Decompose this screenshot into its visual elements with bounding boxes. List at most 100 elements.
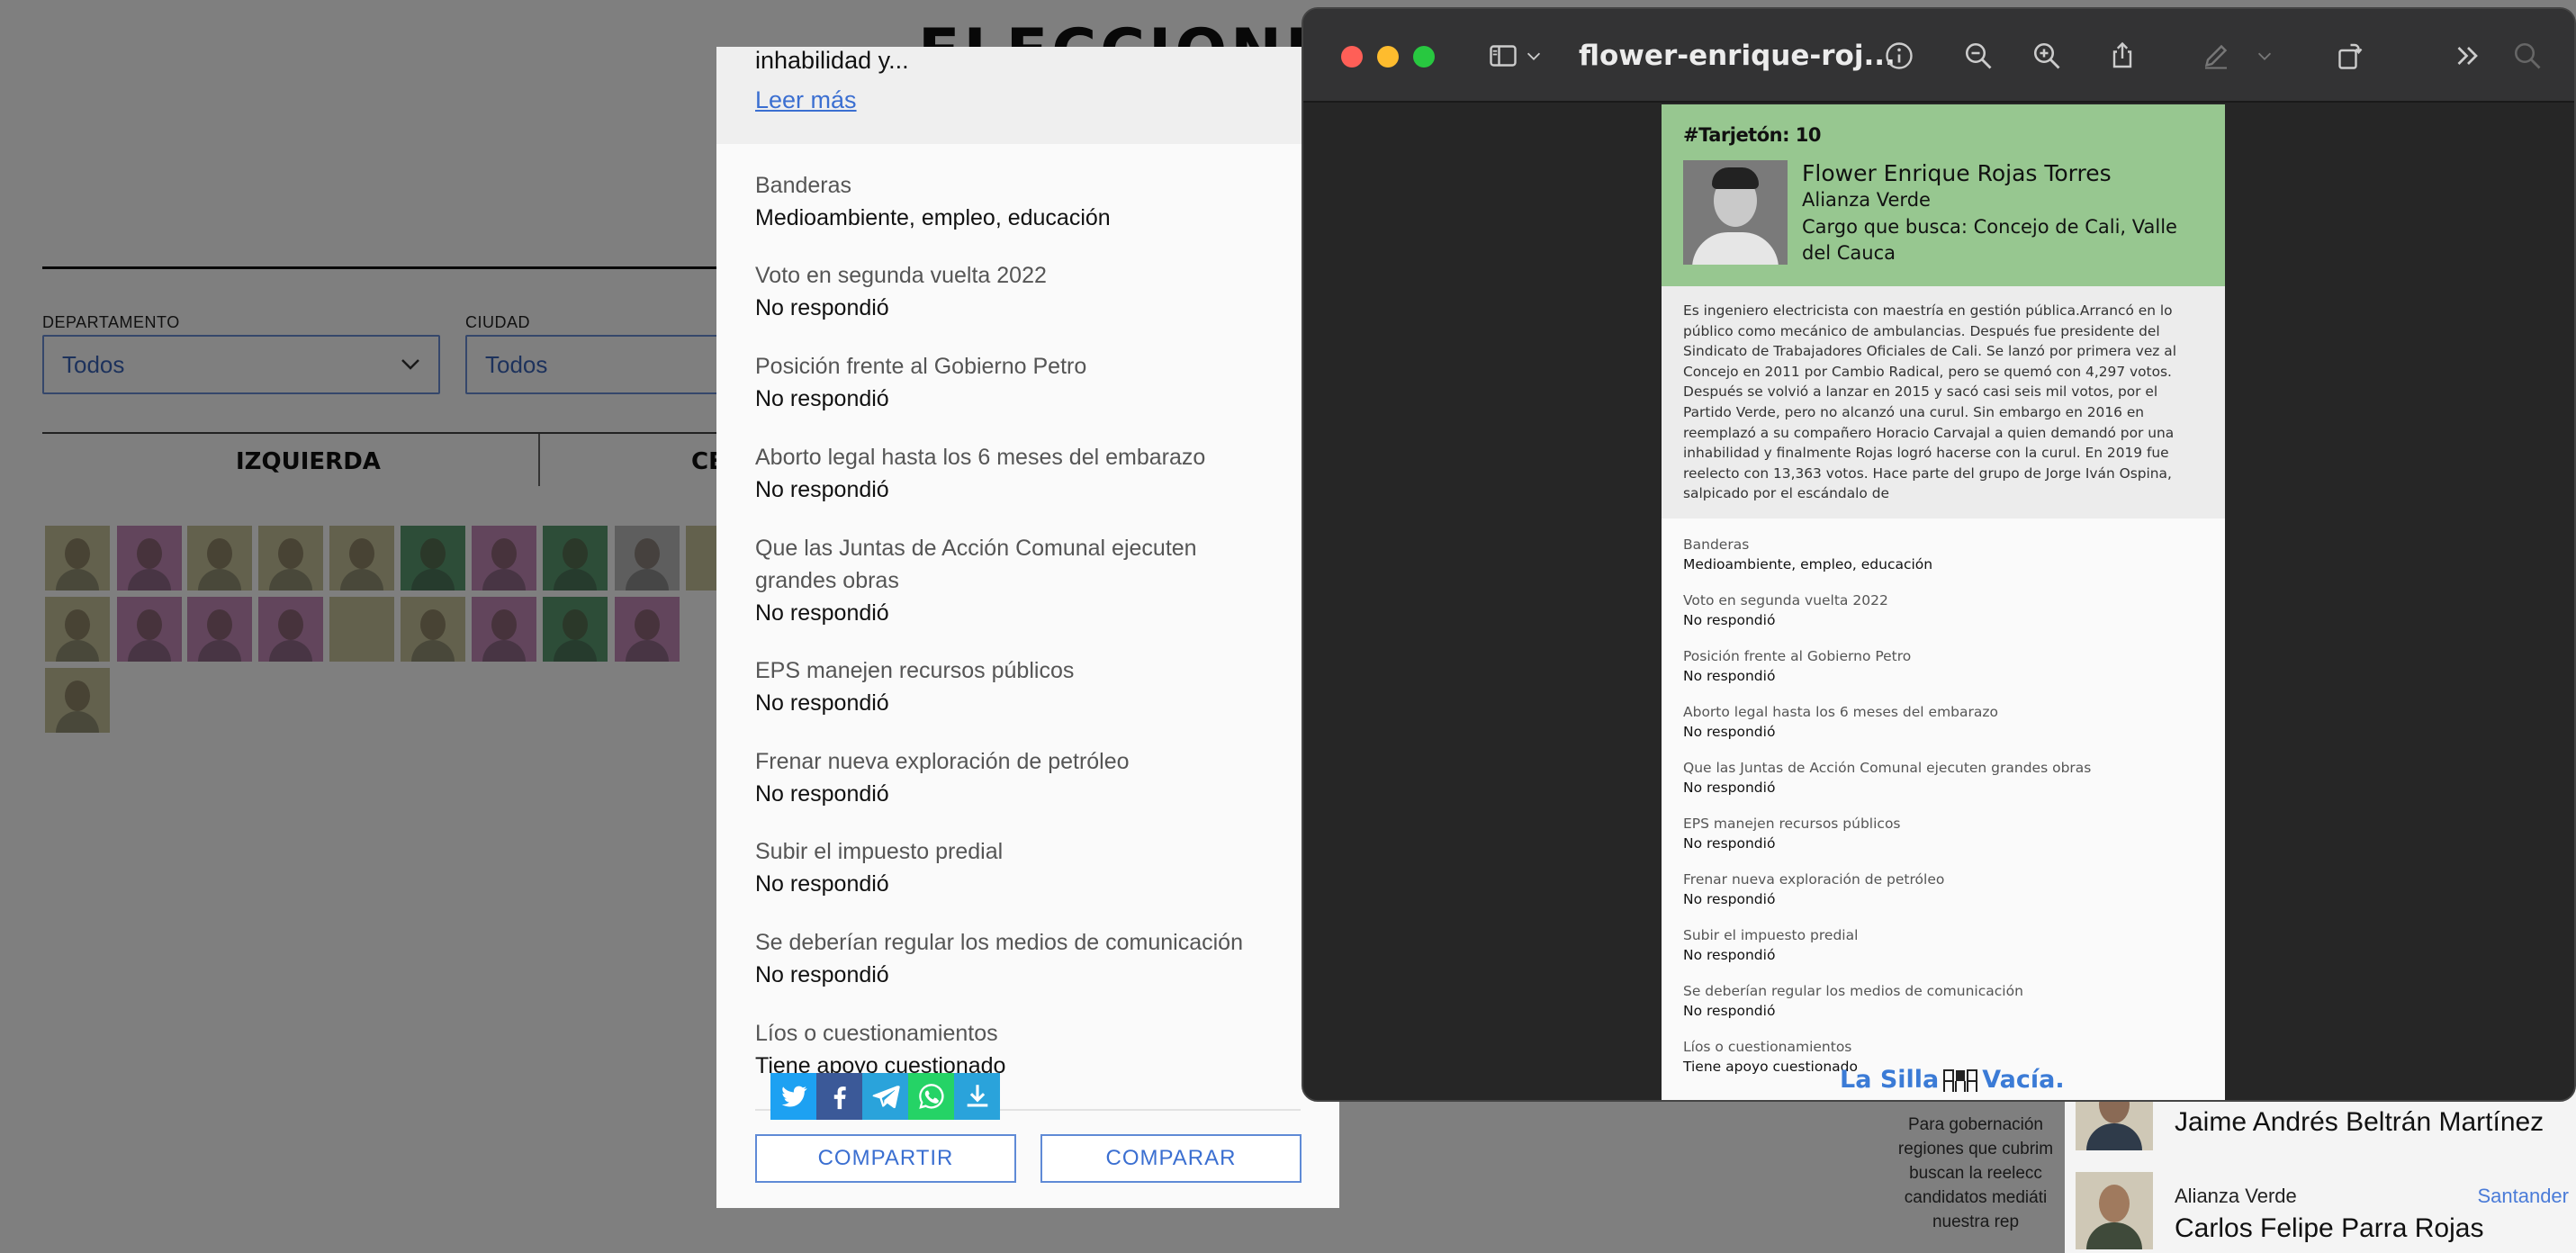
candidate-thumb[interactable]: [472, 597, 536, 662]
doc-answer: No respondió: [1683, 1003, 1776, 1019]
candidate-thumb[interactable]: [543, 597, 608, 662]
candidate-thumb[interactable]: [258, 597, 323, 662]
tarjeton-label: #Tarjetón: 10: [1683, 124, 1822, 146]
doc-qa-item: Frenar nueva exploración de petróleo No r…: [1683, 870, 2205, 909]
chairs-icon: [1943, 1068, 1978, 1092]
doc-qa-item: EPS manejen recursos públicos No respondi…: [1683, 814, 2205, 853]
doc-qa-item: Banderas Medioambiente, empleo, educación: [1683, 535, 2205, 574]
tabs-rule: [42, 432, 726, 434]
answer-value: No respondió: [755, 600, 889, 626]
question-label: Que las Juntas de Acción Comunal ejecute…: [755, 536, 1197, 593]
doc-question: Que las Juntas de Acción Comunal ejecute…: [1683, 760, 2092, 776]
la-silla-vacia-logo: La Silla Vacía.: [1840, 1066, 2065, 1094]
candidate-thumb[interactable]: [329, 526, 394, 590]
ciudad-label: CIUDAD: [465, 313, 531, 331]
candidate-thumb[interactable]: [329, 597, 394, 662]
download-icon[interactable]: [954, 1073, 1000, 1120]
candidate-thumb[interactable]: [258, 526, 323, 590]
zoom-out-icon[interactable]: [1959, 36, 1998, 76]
departamento-select[interactable]: Todos: [42, 335, 440, 394]
window-titlebar[interactable]: flower-enrique-roj...: [1303, 9, 2574, 103]
chevron-down-icon: [401, 359, 419, 370]
qa-item: Banderas Medioambiente, empleo, educació…: [755, 169, 1313, 234]
qa-item: Frenar nueva exploración de petróleo No …: [755, 745, 1313, 810]
twitter-icon[interactable]: [770, 1073, 816, 1120]
candidate-party: Alianza Verde: [2175, 1185, 2297, 1207]
doc-answer: Medioambiente, empleo, educación: [1683, 556, 1933, 572]
doc-question: Subir el impuesto predial: [1683, 927, 1859, 943]
chevron-down-icon[interactable]: [1523, 36, 1545, 76]
window-title: flower-enrique-roj...: [1579, 40, 1896, 72]
chevron-down-icon[interactable]: [2254, 36, 2275, 76]
doc-question: Aborto legal hasta los 6 meses del embar…: [1683, 704, 1998, 720]
candidate-name: Jaime Andrés Beltrán Martínez: [2175, 1107, 2544, 1137]
candidate-name: Carlos Felipe Parra Rojas: [2175, 1213, 2484, 1243]
read-more-link[interactable]: Leer más: [755, 86, 857, 114]
doc-answer: No respondió: [1683, 612, 1776, 628]
candidate-thumb[interactable]: [45, 668, 110, 733]
answer-value: No respondió: [755, 295, 889, 320]
candidate-photo: [1683, 160, 1788, 265]
candidate-thumb[interactable]: [472, 526, 536, 590]
candidate-department[interactable]: Santander: [2477, 1185, 2569, 1208]
doc-question: Banderas: [1683, 536, 1750, 553]
candidate-thumb[interactable]: [187, 597, 252, 662]
candidate-thumb[interactable]: [686, 526, 716, 590]
facebook-icon[interactable]: [816, 1073, 862, 1120]
doc-answer: No respondió: [1683, 947, 1776, 963]
candidate-thumb[interactable]: [615, 526, 680, 590]
candidate-thumb[interactable]: [117, 597, 182, 662]
doc-question: Posición frente al Gobierno Petro: [1683, 648, 1912, 664]
answer-value: Medioambiente, empleo, educación: [755, 205, 1111, 230]
logo-text-left: La Silla: [1840, 1066, 1940, 1094]
candidate-thumb[interactable]: [543, 526, 608, 590]
search-icon[interactable]: [2508, 36, 2547, 76]
title-rule: [42, 266, 726, 269]
zoom-window-button[interactable]: [1413, 46, 1435, 68]
doc-qa-item: Aborto legal hasta los 6 meses del embar…: [1683, 702, 2205, 742]
answer-value: No respondió: [755, 690, 889, 716]
sidebar-icon[interactable]: [1483, 36, 1523, 76]
rotate-icon[interactable]: [2329, 36, 2369, 76]
more-chevrons-icon[interactable]: [2448, 36, 2488, 76]
telegram-icon[interactable]: [862, 1073, 908, 1120]
preview-canvas[interactable]: #Tarjetón: 10 Flower Enrique Rojas Torre…: [1303, 104, 2574, 1100]
zoom-in-icon[interactable]: [2027, 36, 2067, 76]
doc-question: Frenar nueva exploración de petróleo: [1683, 871, 1945, 888]
doc-qa-item: Subir el impuesto predial No respondió: [1683, 925, 2205, 965]
question-label: Banderas: [755, 173, 852, 198]
ciudad-select[interactable]: Todos: [465, 335, 735, 394]
answer-value: No respondió: [755, 386, 889, 411]
doc-qa-item: Posición frente al Gobierno Petro No resp…: [1683, 646, 2205, 686]
candidate-thumb[interactable]: [45, 526, 110, 590]
info-icon[interactable]: [1879, 36, 1919, 76]
document-bio-section: Es ingeniero electricista con maestría e…: [1662, 286, 2225, 518]
candidate-thumb[interactable]: [401, 597, 465, 662]
close-window-button[interactable]: [1341, 46, 1363, 68]
candidate-thumb[interactable]: [187, 526, 252, 590]
avatar: [2076, 1172, 2153, 1249]
candidate-thumb[interactable]: [117, 526, 182, 590]
list-item[interactable]: Alianza Verde Santander Carlos Felipe Pa…: [2065, 1165, 2576, 1253]
tab-izquierda[interactable]: IZQUIERDA: [236, 448, 381, 475]
doc-answer: No respondió: [1683, 724, 1776, 740]
doc-question: Se deberían regular los medios de comuni…: [1683, 983, 2023, 999]
doc-qa-item: Que las Juntas de Acción Comunal ejecute…: [1683, 758, 2205, 798]
candidate-thumb[interactable]: [401, 526, 465, 590]
qa-item: Posición frente al Gobierno Petro No res…: [755, 350, 1313, 415]
candidate-thumb[interactable]: [45, 597, 110, 662]
doc-question: Líos o cuestionamientos: [1683, 1039, 1852, 1055]
question-label: Líos o cuestionamientos: [755, 1021, 998, 1046]
answer-value: No respondió: [755, 871, 889, 897]
minimize-window-button[interactable]: [1377, 46, 1399, 68]
question-label: Se deberían regular los medios de comuni…: [755, 930, 1243, 955]
markup-pen-icon[interactable]: [2196, 36, 2236, 76]
compare-button[interactable]: COMPARAR: [1040, 1134, 1302, 1183]
candidate-thumb[interactable]: [615, 597, 680, 662]
share-button[interactable]: COMPARTIR: [755, 1134, 1016, 1183]
departamento-value: Todos: [62, 350, 125, 378]
whatsapp-icon[interactable]: [908, 1073, 954, 1120]
share-icon[interactable]: [2103, 36, 2142, 76]
tab-separator: [538, 434, 540, 486]
doc-qa-item: Voto en segunda vuelta 2022 No respondió: [1683, 590, 2205, 630]
